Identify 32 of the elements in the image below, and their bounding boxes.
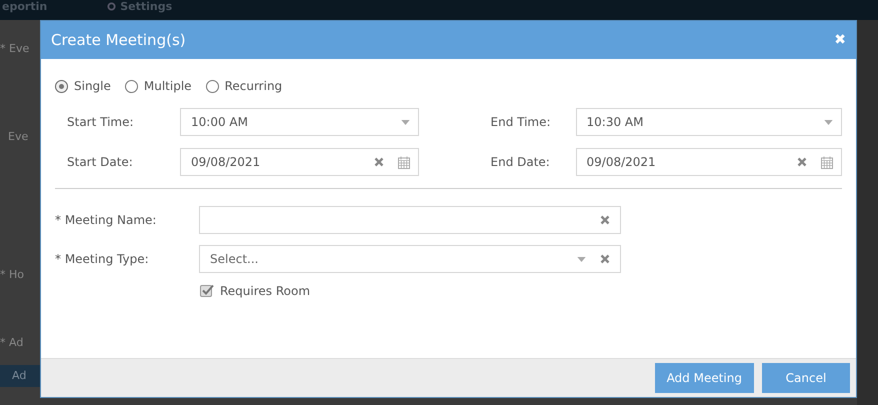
caret-icon — [577, 256, 586, 262]
field-label: * Meeting Name: — [55, 213, 158, 227]
clear-icon[interactable] — [600, 254, 610, 264]
field-label: Start Date: — [67, 155, 134, 169]
calendar-icon[interactable] — [821, 156, 833, 168]
radio-option[interactable]: Single — [55, 79, 111, 93]
form-label: * Ho — [0, 268, 24, 281]
checkbox-option[interactable]: Requires Room — [200, 284, 842, 298]
calendar-icon[interactable] — [398, 156, 410, 168]
caret-icon — [824, 120, 833, 124]
field-label: End Date: — [490, 155, 551, 169]
type-select[interactable]: Select... — [199, 245, 621, 273]
radio-option[interactable]: Recurring — [206, 79, 282, 93]
input-field[interactable] — [199, 206, 621, 234]
caret-icon — [400, 120, 410, 124]
field-label: End Time: — [490, 115, 552, 129]
form-label: * Ad — [0, 336, 24, 349]
form-label: Eve — [8, 130, 28, 143]
field-label: * Meeting Type: — [55, 252, 150, 266]
clear-icon[interactable] — [797, 157, 807, 167]
field-label: Start Time: — [67, 115, 135, 129]
dialog-title: Create Meeting(s) — [51, 31, 186, 49]
time-select[interactable]: 10:00 AM — [180, 108, 418, 136]
time-select[interactable]: 10:30 AM — [576, 108, 842, 136]
clear-icon[interactable] — [600, 215, 610, 225]
placeholder-text: Select... — [210, 252, 260, 266]
form-label: * Eve — [0, 42, 30, 55]
add-button[interactable]: Ad — [0, 365, 40, 387]
date-field[interactable]: 09/08/2021 — [576, 148, 842, 176]
clear-icon[interactable] — [374, 157, 384, 167]
date-field[interactable]: 09/08/2021 — [180, 148, 418, 176]
radio-option[interactable]: Multiple — [124, 79, 192, 93]
